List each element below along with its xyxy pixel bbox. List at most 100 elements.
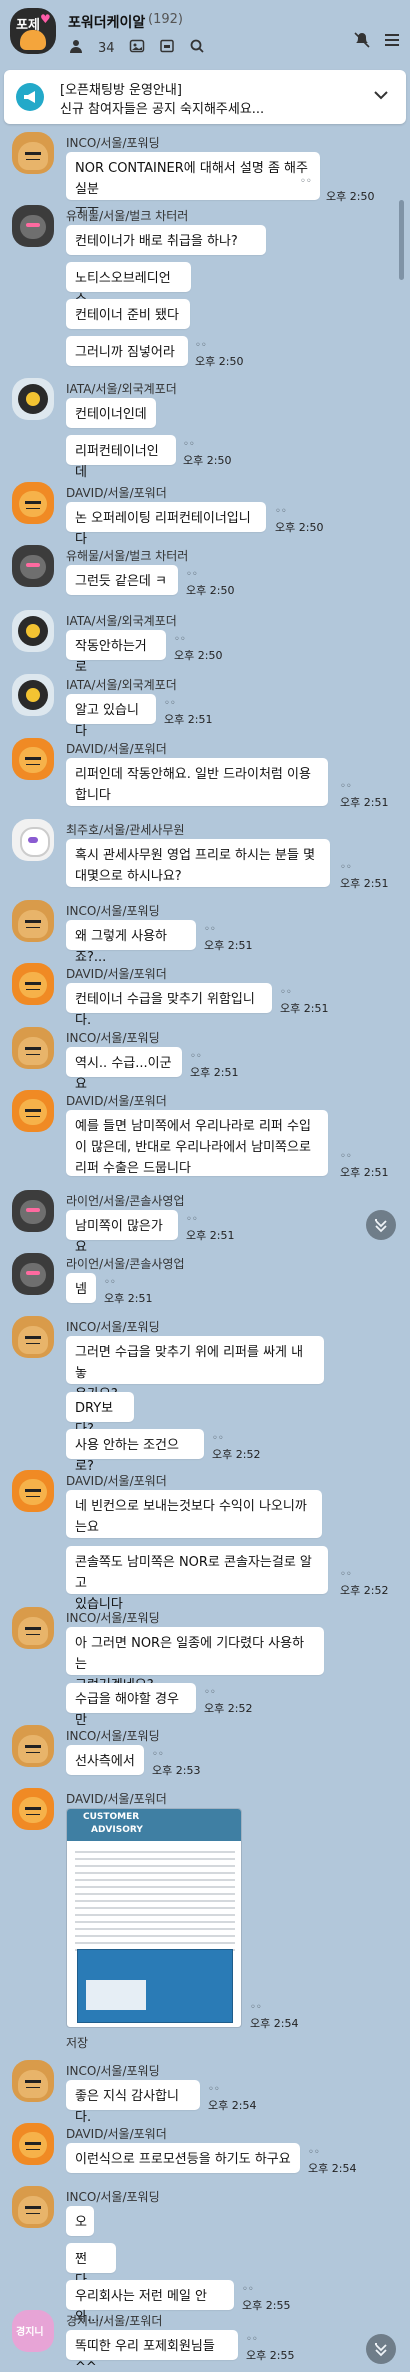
avatar[interactable]: [12, 1470, 54, 1512]
sender-name[interactable]: INCO/서울/포워딩: [66, 1609, 160, 1626]
sender-name[interactable]: 유해물/서울/벌크 차터러: [66, 207, 188, 224]
reaction-icon[interactable]: ◦◦: [186, 569, 198, 580]
reaction-icon[interactable]: ◦◦: [174, 634, 186, 645]
sender-name[interactable]: INCO/서울/포워딩: [66, 2062, 160, 2079]
avatar[interactable]: [12, 900, 54, 942]
sender-name[interactable]: 경지니/서울/포워더: [66, 2312, 162, 2329]
sender-name[interactable]: INCO/서울/포워딩: [66, 2188, 160, 2205]
message-bubble[interactable]: 예를 들면 남미쪽에서 우리나라로 리퍼 수입 이 많은데, 반대로 우리나라에서…: [66, 1110, 328, 1176]
sender-name[interactable]: INCO/서울/포워딩: [66, 134, 160, 151]
sender-name[interactable]: DAVID/서울/포워더: [66, 2125, 167, 2142]
reaction-icon[interactable]: ◦◦: [280, 987, 292, 998]
save-link[interactable]: 저장: [66, 2034, 88, 2051]
room-avatar[interactable]: 포제 ♥: [10, 8, 56, 54]
avatar[interactable]: [12, 378, 54, 420]
people-icon[interactable]: [68, 38, 84, 58]
message-bubble[interactable]: 컨테이너 준비 됐다: [66, 299, 190, 329]
reaction-icon[interactable]: ◦◦: [340, 1151, 352, 1162]
message-bubble[interactable]: 작동안하는거로: [66, 630, 166, 675]
avatar[interactable]: [12, 963, 54, 1005]
sender-name[interactable]: DAVID/서울/포워더: [66, 965, 167, 982]
avatar[interactable]: [12, 1788, 54, 1830]
sender-name[interactable]: IATA/서울/외국계포더: [66, 612, 177, 629]
message-bubble[interactable]: 이런식으로 프로모션등을 하기도 하구요: [66, 2143, 300, 2173]
avatar[interactable]: [12, 1027, 54, 1069]
reaction-icon[interactable]: ◦◦: [104, 1277, 116, 1288]
message-bubble[interactable]: 논 오퍼레이팅 리퍼컨테이너입니다: [66, 502, 266, 547]
message-bubble[interactable]: 네 빈컨으로 보내는것보다 수익이 나오니까 는요: [66, 1490, 322, 1538]
message-bubble[interactable]: 수급을 해야할 경우만: [66, 1683, 196, 1728]
sender-name[interactable]: DAVID/서울/포워더: [66, 1790, 167, 1807]
sender-name[interactable]: DAVID/서울/포워더: [66, 740, 167, 757]
image-attachment[interactable]: CUSTOMER ADVISORY: [66, 1808, 242, 2028]
message-bubble[interactable]: 우리회사는 저런 메일 안와....: [66, 2280, 234, 2325]
message-bubble[interactable]: 컨테이너가 배로 취급을 하나?: [66, 225, 266, 255]
sender-name[interactable]: INCO/서울/포워딩: [66, 902, 160, 919]
message-bubble[interactable]: 사용 안하는 조건으로?: [66, 1429, 204, 1474]
reaction-icon[interactable]: ◦◦: [186, 1214, 198, 1225]
reaction-icon[interactable]: ◦◦: [190, 1051, 202, 1062]
sender-name[interactable]: 라이언/서울/콘솔사영업: [66, 1255, 185, 1272]
message-bubble[interactable]: 콘솔쪽도 남미쪽은 NOR로 콘솔자는걸로 알고 있습니다: [66, 1546, 328, 1612]
scroll-down-icon[interactable]: [366, 1210, 396, 1240]
message-bubble[interactable]: 넴: [66, 1273, 96, 1303]
reaction-icon[interactable]: ◦◦: [164, 698, 176, 709]
reaction-icon[interactable]: ◦◦: [204, 1687, 216, 1698]
avatar[interactable]: [12, 819, 54, 861]
avatar[interactable]: [12, 2123, 54, 2165]
search-icon[interactable]: [189, 38, 205, 58]
scroll-down-icon[interactable]: [366, 2334, 396, 2364]
message-bubble[interactable]: 선사측에서: [66, 1745, 144, 1775]
message-bubble[interactable]: 똑띠한 우리 포제회원님들 ^^: [66, 2330, 238, 2372]
avatar[interactable]: [12, 545, 54, 587]
message-bubble[interactable]: NOR CONTAINER에 대해서 설명 좀 해주실분 ㅜㅜ: [66, 152, 320, 218]
sender-name[interactable]: 유해물/서울/벌크 차터러: [66, 547, 188, 564]
message-bubble[interactable]: 그러면 수급을 맞추기 위에 리퍼를 싸게 내놓은가요?: [66, 1336, 324, 1402]
message-bubble[interactable]: 그러니까 짐넣어라: [66, 336, 188, 366]
avatar[interactable]: [12, 2186, 54, 2228]
photo-icon[interactable]: [129, 38, 145, 58]
avatar[interactable]: [12, 738, 54, 780]
avatar[interactable]: [12, 1253, 54, 1295]
message-bubble[interactable]: 컨테이너인데: [66, 398, 156, 428]
reaction-icon[interactable]: ◦◦: [152, 1749, 164, 1760]
sender-name[interactable]: DAVID/서울/포워더: [66, 1472, 167, 1489]
message-bubble[interactable]: 컨테이너 수급을 맞추기 위함입니다.: [66, 983, 272, 1028]
reaction-icon[interactable]: ◦◦: [246, 2334, 258, 2345]
avatar[interactable]: [12, 2060, 54, 2102]
reaction-icon[interactable]: ◦◦: [242, 2284, 254, 2295]
message-bubble[interactable]: 쩐다...: [66, 2243, 116, 2288]
message-bubble[interactable]: 왜 그렇게 사용하죠?...: [66, 920, 196, 965]
avatar[interactable]: [12, 205, 54, 247]
reaction-icon[interactable]: ◦◦: [275, 506, 287, 517]
message-bubble[interactable]: 역시.. 수급...이군요: [66, 1047, 182, 1092]
calendar-icon[interactable]: [159, 38, 175, 58]
reaction-icon[interactable]: ◦◦: [340, 781, 352, 792]
avatar[interactable]: [12, 1190, 54, 1232]
message-bubble[interactable]: 남미쪽이 많은가요: [66, 1210, 178, 1255]
sender-name[interactable]: IATA/서울/외국계포더: [66, 380, 177, 397]
sender-name[interactable]: INCO/서울/포워딩: [66, 1727, 160, 1744]
sender-name[interactable]: INCO/서울/포워딩: [66, 1318, 160, 1335]
reaction-icon[interactable]: ◦◦: [340, 1569, 352, 1580]
notice-banner[interactable]: [오픈채팅방 운영안내] 신규 참여자들은 공지 숙지해주세요...: [4, 70, 406, 124]
message-bubble[interactable]: 리퍼컨테이너인데: [66, 435, 176, 480]
reaction-icon[interactable]: ◦◦: [308, 2147, 320, 2158]
avatar[interactable]: [12, 674, 54, 716]
avatar[interactable]: [12, 1725, 54, 1767]
message-bubble[interactable]: 알고 있습니다: [66, 694, 156, 739]
chevron-down-icon[interactable]: [370, 84, 392, 110]
reaction-icon[interactable]: ◦◦: [204, 924, 216, 935]
sender-name[interactable]: 라이언/서울/콘솔사영업: [66, 1192, 185, 1209]
avatar[interactable]: 경지니: [12, 2310, 54, 2352]
message-bubble[interactable]: 노티스오브레디언스: [66, 262, 191, 307]
room-title[interactable]: 포워더케이알: [68, 12, 145, 32]
avatar[interactable]: [12, 1316, 54, 1358]
avatar[interactable]: [12, 1607, 54, 1649]
message-bubble[interactable]: 아 그러면 NOR은 일종에 기다렸다 사용하는그런거겠네요?: [66, 1627, 324, 1693]
message-bubble[interactable]: 혹시 관세사무원 영업 프리로 하시는 분들 몇 대몇으로 하시나요?: [66, 839, 330, 887]
avatar[interactable]: [12, 482, 54, 524]
reaction-icon[interactable]: ◦◦: [300, 176, 312, 187]
scrollbar[interactable]: [399, 200, 404, 280]
avatar[interactable]: [12, 1090, 54, 1132]
